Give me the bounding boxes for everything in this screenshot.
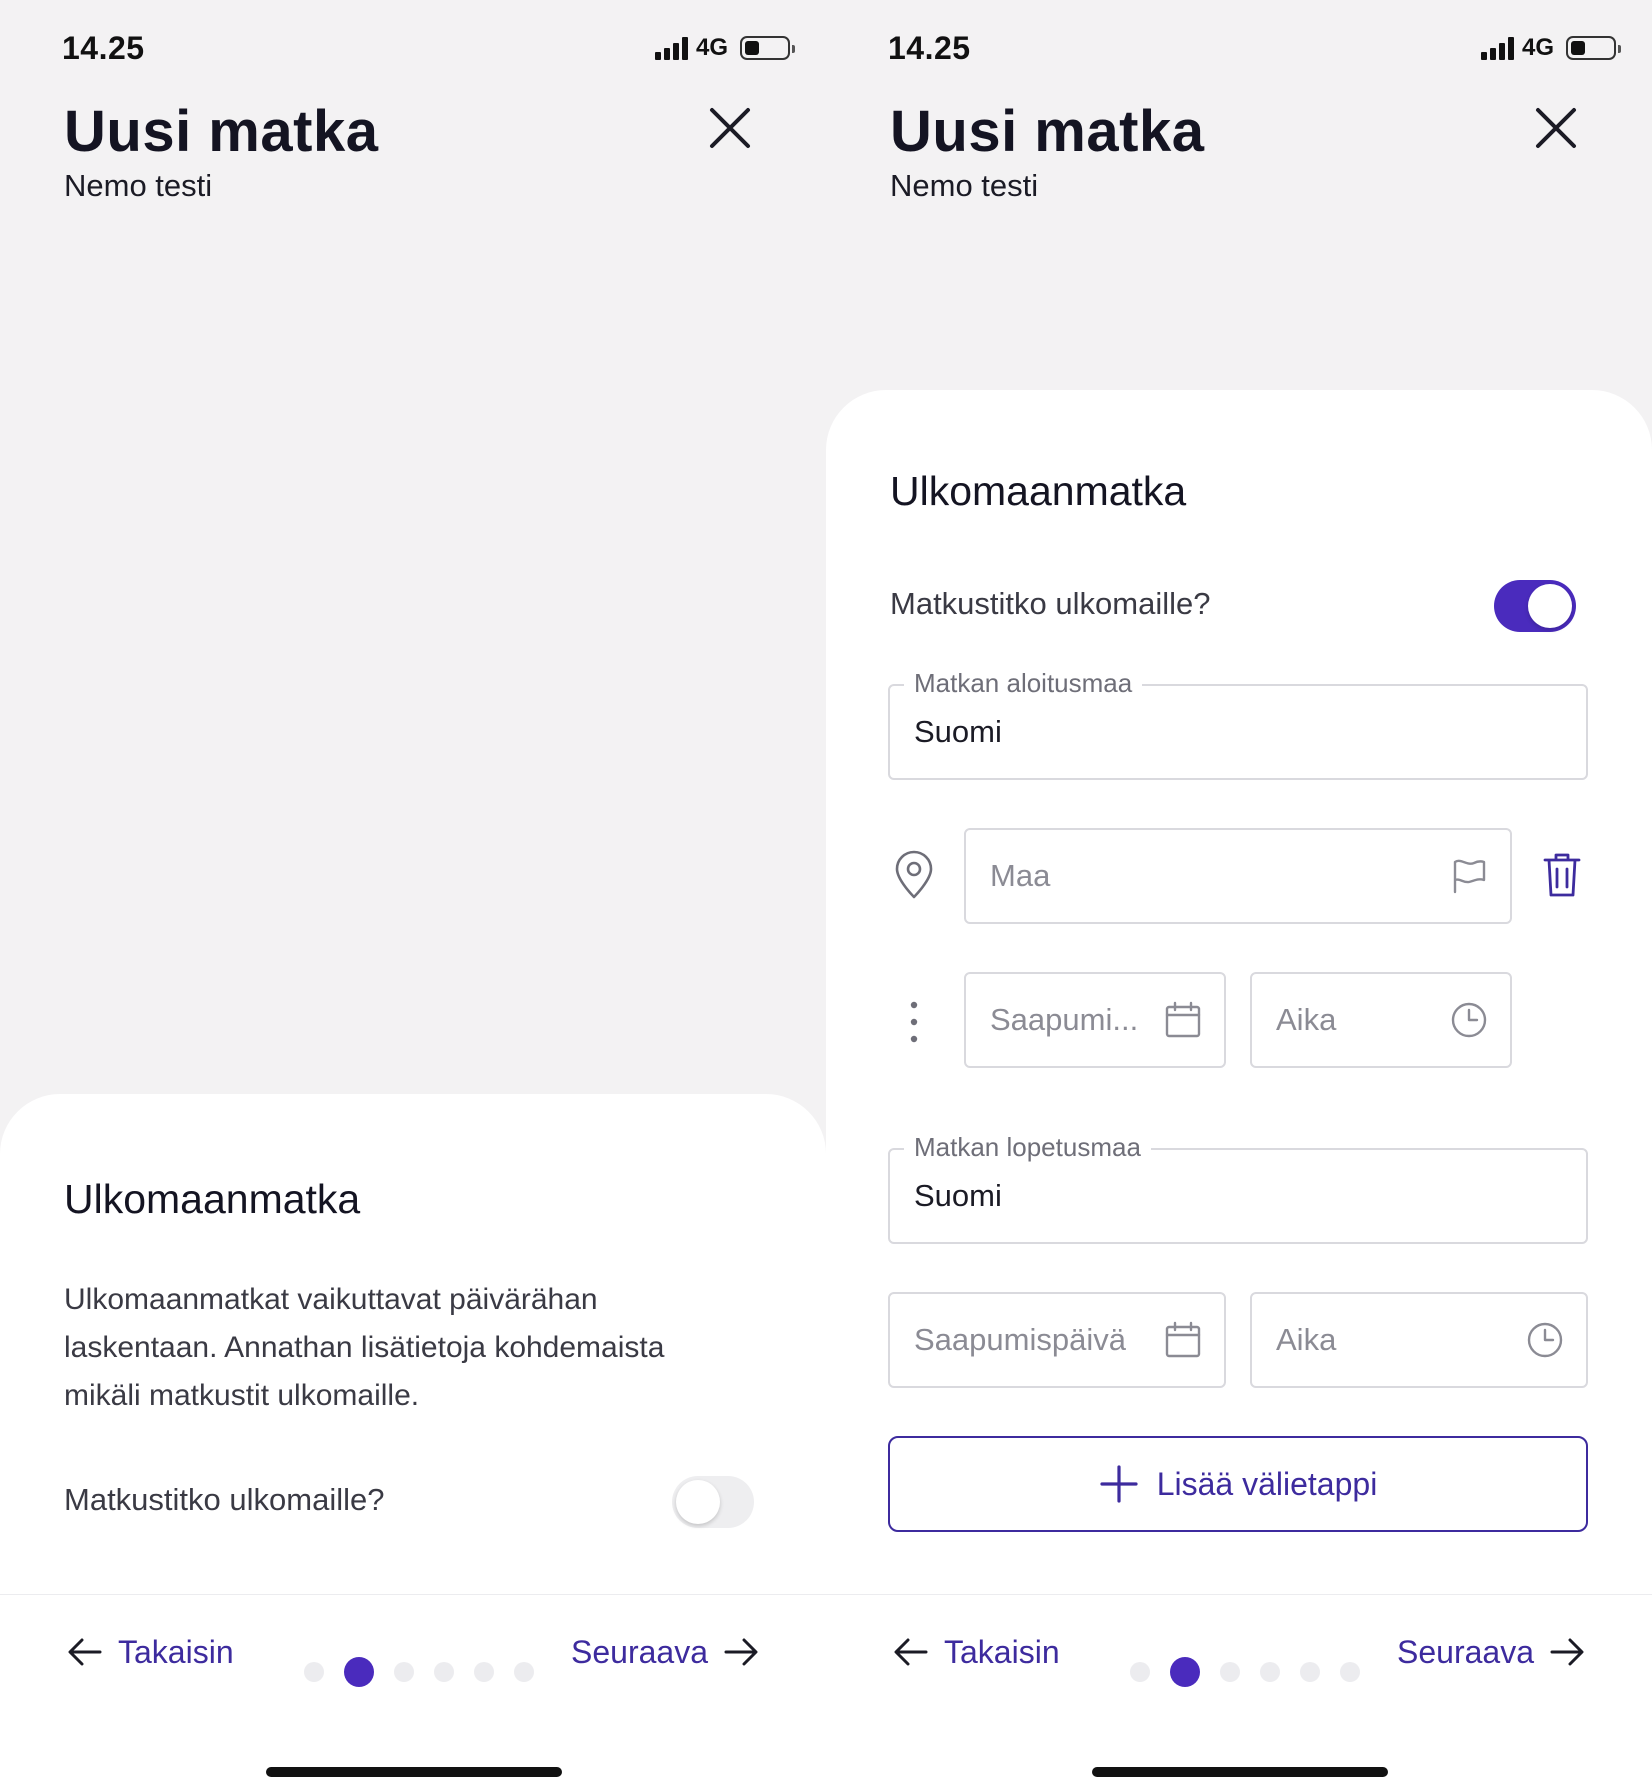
back-label: Takaisin <box>118 1633 234 1670</box>
page-subtitle: Nemo testi <box>64 168 213 203</box>
step-dot <box>474 1662 494 1682</box>
info-text: Ulkomaanmatkat vaikuttavat päivärähan la… <box>64 1283 665 1412</box>
end-arrival-time-placeholder: Aika <box>1276 1322 1337 1357</box>
step-dot <box>394 1662 414 1682</box>
back-label: Takaisin <box>944 1633 1060 1670</box>
end-arrival-time-field[interactable]: Aika <box>1250 1292 1588 1388</box>
screen-right: 14.25 4G Uusi matka Nemo testi Ulkomaanm… <box>826 0 1652 1792</box>
step-dot <box>304 1662 324 1682</box>
bottom-nav: Takaisin Seuraava <box>826 1594 1652 1792</box>
network-type: 4G <box>1521 34 1554 61</box>
stop-country-placeholder: Maa <box>990 858 1051 893</box>
step-dot <box>1340 1662 1360 1682</box>
page-title: Uusi matka <box>64 99 379 164</box>
status-time: 14.25 <box>62 30 145 66</box>
status-indicators: 4G <box>654 34 795 62</box>
calendar-icon <box>1165 1321 1201 1358</box>
abroad-toggle-label: Matkustitko ulkomaille? <box>890 586 1211 621</box>
signal-icon <box>1480 36 1514 60</box>
signal-icon <box>654 36 688 60</box>
abroad-toggle[interactable] <box>1494 580 1576 632</box>
add-stop-button[interactable]: Lisää välietappi <box>888 1436 1588 1532</box>
toggle-knob <box>676 1480 720 1524</box>
end-country-label: Matkan lopetusmaa <box>904 1132 1151 1163</box>
step-dot-active <box>344 1657 374 1687</box>
next-button[interactable]: Seuraava <box>1397 1633 1586 1671</box>
plus-icon <box>1100 1465 1138 1503</box>
arrow-left-icon <box>894 1638 928 1666</box>
next-label: Seuraava <box>571 1633 708 1670</box>
back-button[interactable]: Takaisin <box>892 1633 1060 1671</box>
network-type: 4G <box>695 34 728 61</box>
home-indicator <box>266 1767 562 1777</box>
step-indicator <box>1130 1657 1360 1687</box>
close-icon[interactable] <box>706 104 754 152</box>
step-dot <box>1220 1662 1240 1682</box>
stop-country-field[interactable]: Maa <box>964 828 1512 924</box>
start-country-field[interactable]: Matkan aloitusmaa Suomi <box>888 668 1588 780</box>
bottom-nav: Takaisin Seuraava <box>0 1594 826 1792</box>
clock-icon <box>1451 1002 1487 1038</box>
bottom-sheet: Ulkomaanmatka Ulkomaanmatkat vaikuttavat… <box>0 1094 826 1594</box>
next-button[interactable]: Seuraava <box>571 1633 760 1671</box>
clock-icon <box>1527 1322 1563 1358</box>
location-pin-icon <box>895 850 933 899</box>
step-dot <box>514 1662 534 1682</box>
arrow-right-icon <box>724 1638 758 1666</box>
end-country-field[interactable]: Matkan lopetusmaa Suomi <box>888 1132 1588 1244</box>
status-time: 14.25 <box>888 30 971 66</box>
arrow-left-icon <box>68 1638 102 1666</box>
step-dot-active <box>1170 1657 1200 1687</box>
step-dot <box>434 1662 454 1682</box>
flag-icon <box>1453 859 1486 894</box>
add-stop-label: Lisää välietappi <box>1156 1465 1378 1502</box>
stop-arrival-time-placeholder: Aika <box>1276 1002 1337 1037</box>
section-title: Ulkomaanmatka <box>64 1176 361 1222</box>
screen-left: 14.25 4G Uusi matka Nemo testi Ulkomaanm… <box>0 0 826 1792</box>
close-icon[interactable] <box>1532 104 1580 152</box>
calendar-icon <box>1165 1001 1201 1038</box>
arrow-right-icon <box>1550 1638 1584 1666</box>
page-subtitle: Nemo testi <box>890 168 1039 203</box>
back-button[interactable]: Takaisin <box>66 1633 234 1671</box>
bottom-sheet: Ulkomaanmatka Matkustitko ulkomaille? Ma… <box>826 390 1652 1594</box>
status-indicators: 4G <box>1480 34 1621 62</box>
start-country-label: Matkan aloitusmaa <box>904 668 1143 699</box>
step-dot <box>1130 1662 1150 1682</box>
stop-arrival-date-placeholder: Saapumi... <box>990 1002 1139 1037</box>
step-dot <box>1260 1662 1280 1682</box>
battery-icon <box>740 36 795 60</box>
toggle-knob <box>1528 584 1572 628</box>
step-dot <box>1300 1662 1320 1682</box>
more-vertical-icon <box>910 1001 918 1043</box>
home-indicator <box>1092 1767 1388 1777</box>
next-label: Seuraava <box>1397 1633 1534 1670</box>
start-country-value: Suomi <box>914 714 1002 749</box>
end-arrival-date-placeholder: Saapumispäivä <box>914 1322 1126 1357</box>
abroad-toggle-label: Matkustitko ulkomaille? <box>64 1482 385 1517</box>
battery-icon <box>1566 36 1621 60</box>
step-indicator <box>304 1657 534 1687</box>
end-arrival-date-field[interactable]: Saapumispäivä <box>888 1292 1226 1388</box>
stop-arrival-date-field[interactable]: Saapumi... <box>964 972 1226 1068</box>
trash-icon[interactable] <box>1542 852 1582 898</box>
end-country-value: Suomi <box>914 1178 1002 1213</box>
section-title: Ulkomaanmatka <box>890 468 1187 514</box>
abroad-toggle[interactable] <box>672 1476 754 1528</box>
stop-arrival-time-field[interactable]: Aika <box>1250 972 1512 1068</box>
page-title: Uusi matka <box>890 99 1205 164</box>
